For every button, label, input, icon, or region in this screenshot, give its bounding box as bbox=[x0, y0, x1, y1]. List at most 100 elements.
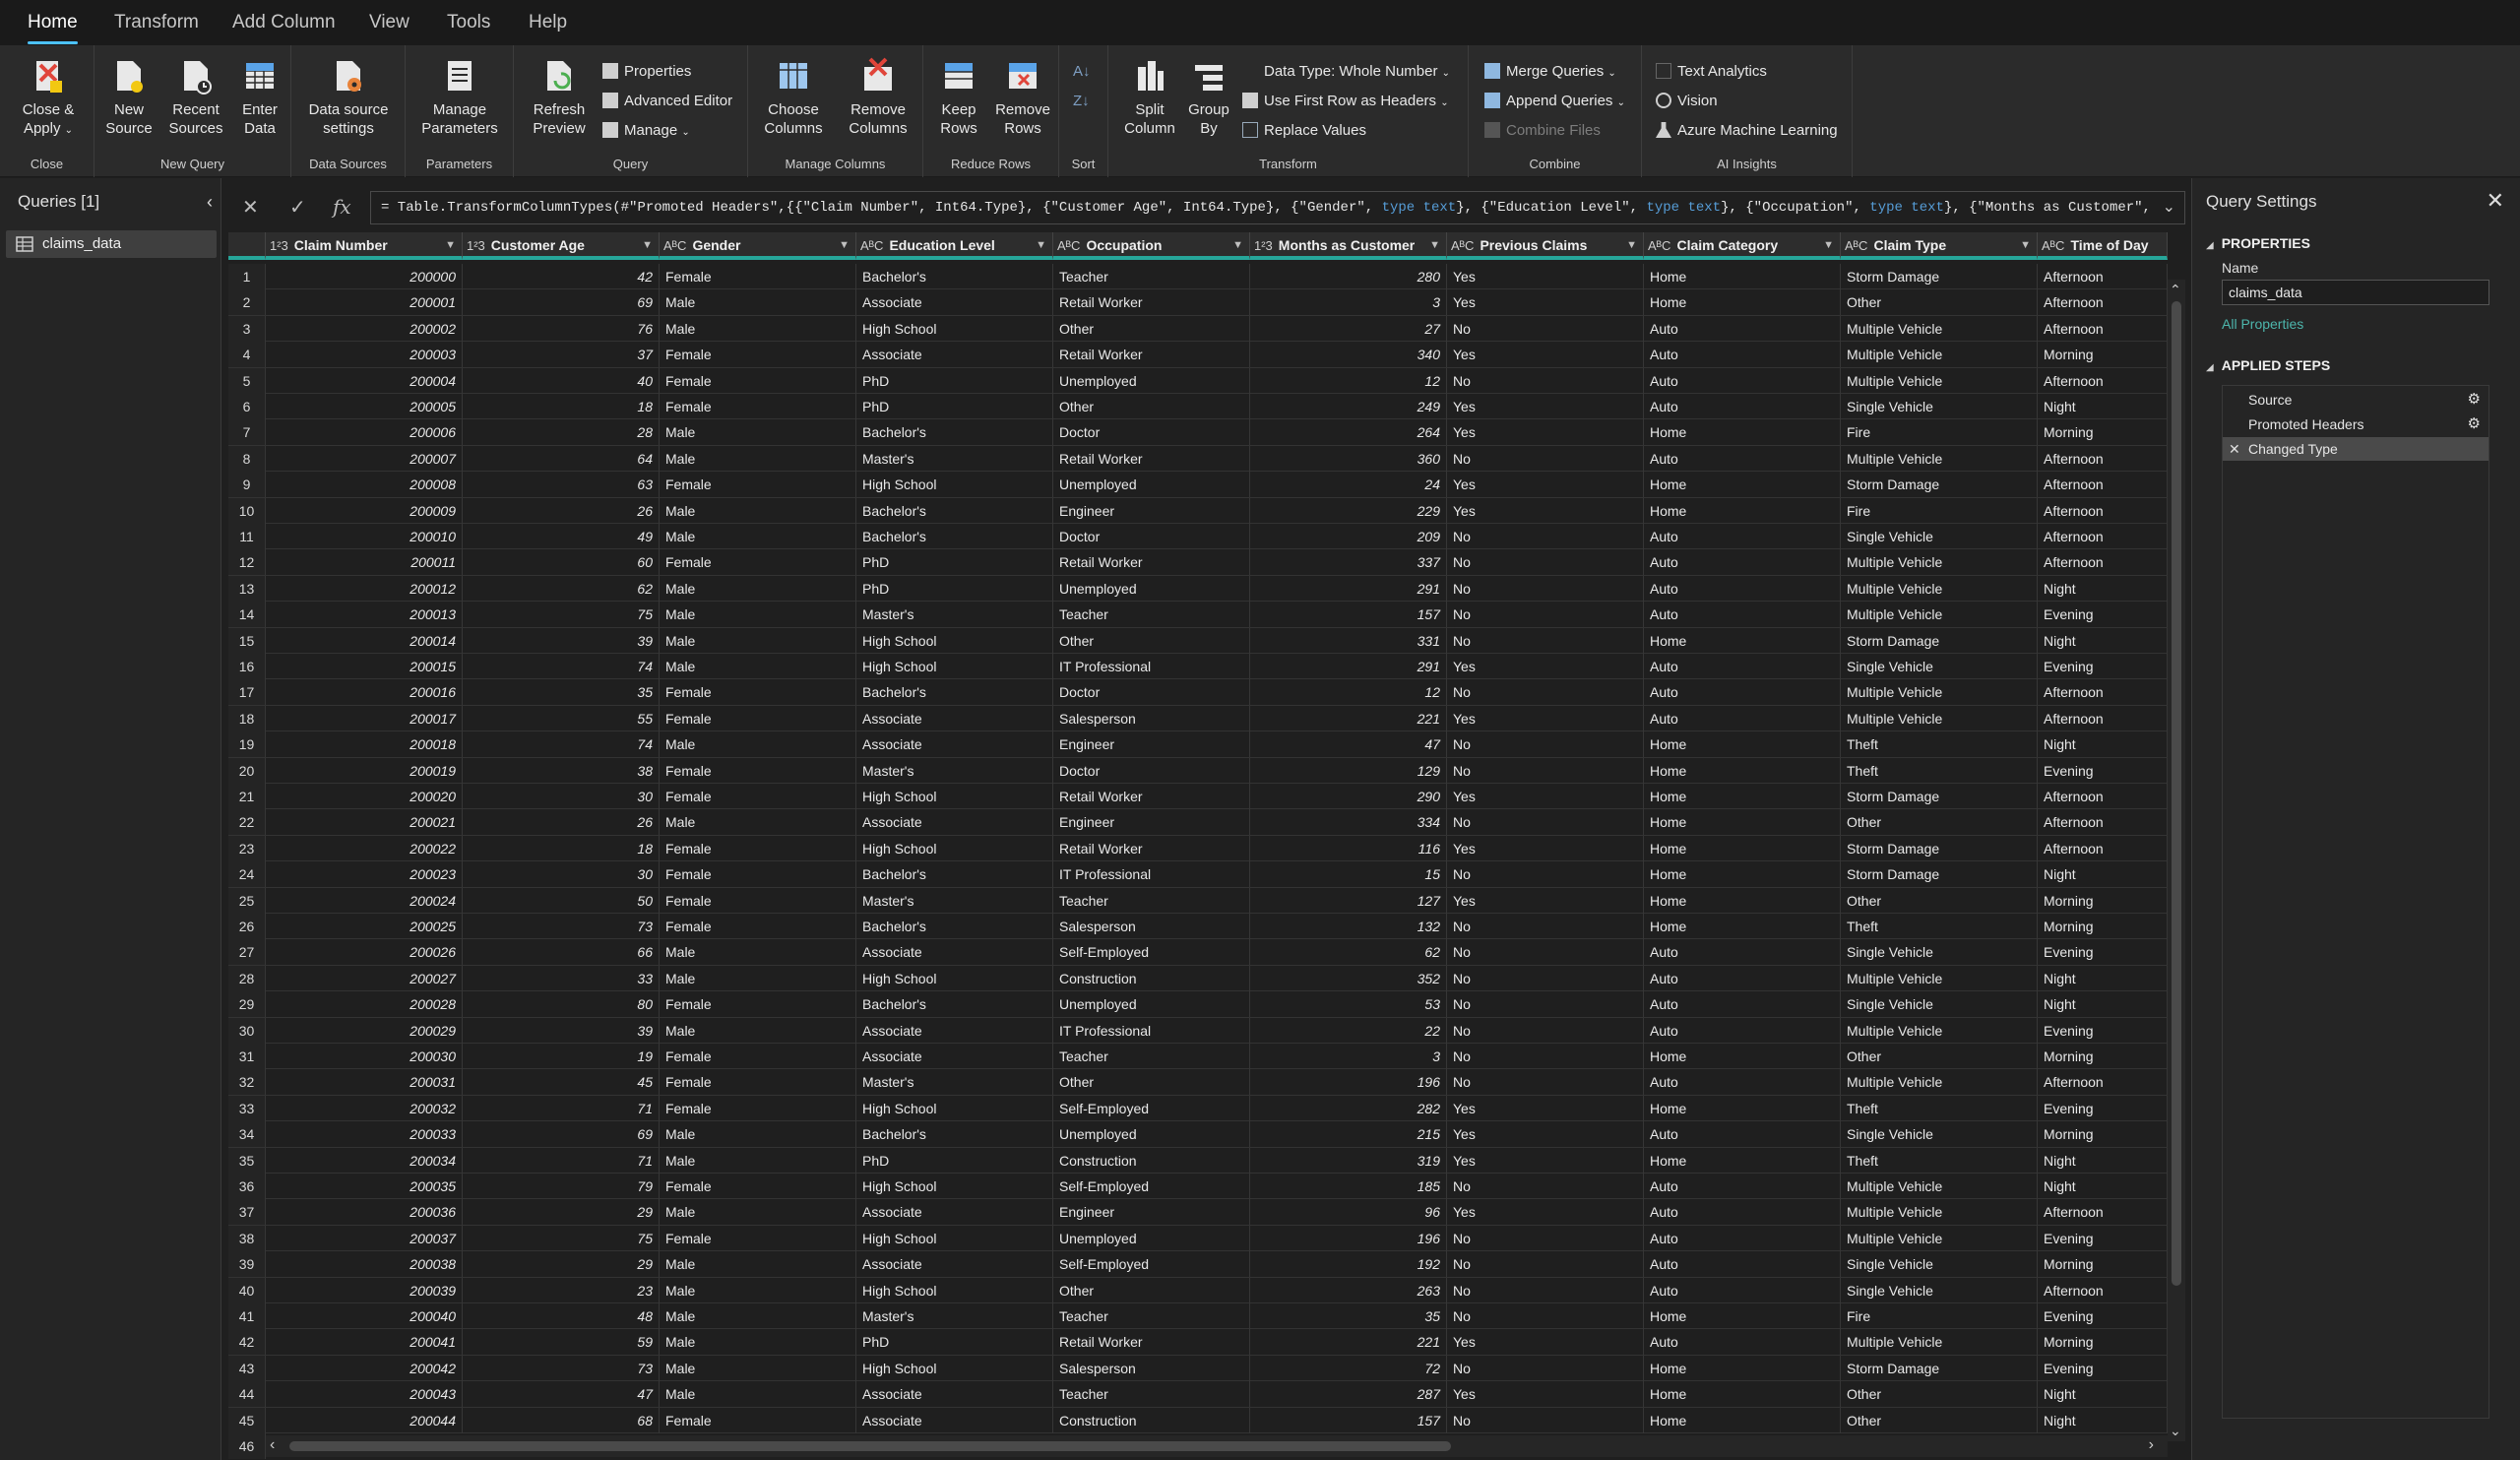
step-changed-type[interactable]: ✕ Changed Type bbox=[2223, 437, 2488, 461]
table-cell[interactable]: Yes bbox=[1447, 1329, 1644, 1356]
table-cell[interactable]: High School bbox=[856, 1225, 1053, 1251]
table-cell[interactable]: Morning bbox=[2038, 419, 2168, 446]
column-header[interactable]: 1²3 Customer Age ▼ bbox=[463, 232, 660, 260]
table-cell[interactable]: Afternoon bbox=[2038, 524, 2168, 549]
table-cell[interactable]: Retail Worker bbox=[1053, 289, 1250, 316]
table-cell[interactable]: 200028 bbox=[266, 991, 463, 1018]
table-cell[interactable]: 15 bbox=[1250, 861, 1447, 888]
horizontal-scrollbar[interactable]: ‹ › bbox=[266, 1435, 2168, 1457]
applied-steps-section-header[interactable]: ◢ APPLIED STEPS bbox=[2206, 357, 2330, 373]
table-row[interactable]: 11 200010 49 Male Bachelor's Doctor 209 No Auto S… bbox=[228, 524, 2168, 550]
table-cell[interactable]: Morning bbox=[2038, 887, 2168, 914]
table-cell[interactable]: No bbox=[1447, 1355, 1644, 1381]
table-cell[interactable]: Yes bbox=[1447, 264, 1644, 289]
table-cell[interactable]: 200025 bbox=[266, 914, 463, 939]
table-cell[interactable]: Female bbox=[660, 342, 856, 368]
column-type-icon[interactable]: AᴮC bbox=[663, 238, 686, 253]
table-cell[interactable]: Night bbox=[2038, 1407, 2168, 1433]
table-cell[interactable]: Night bbox=[2038, 394, 2168, 419]
table-cell[interactable]: Female bbox=[660, 861, 856, 888]
table-cell[interactable]: Theft bbox=[1841, 731, 2038, 758]
azure-ml-button[interactable]: Azure Machine Learning bbox=[1656, 120, 1838, 142]
table-cell[interactable]: 23 bbox=[463, 1277, 660, 1303]
collapse-chevron-icon[interactable]: ‹ bbox=[207, 192, 213, 213]
table-cell[interactable]: Construction bbox=[1053, 965, 1250, 991]
table-cell[interactable]: Auto bbox=[1644, 342, 1841, 368]
table-cell[interactable]: Yes bbox=[1447, 705, 1644, 731]
table-cell[interactable]: Auto bbox=[1644, 1017, 1841, 1044]
table-cell[interactable]: Afternoon bbox=[2038, 549, 2168, 576]
table-cell[interactable]: Afternoon bbox=[2038, 679, 2168, 706]
table-cell[interactable]: 200009 bbox=[266, 497, 463, 524]
table-row[interactable]: 25 200024 50 Female Master's Teacher 127 Yes Hom… bbox=[228, 887, 2168, 914]
table-cell[interactable]: High School bbox=[856, 1174, 1053, 1199]
table-row[interactable]: 39 200038 29 Male Associate Self-Employed 192 N… bbox=[228, 1251, 2168, 1278]
table-cell[interactable]: Night bbox=[2038, 731, 2168, 758]
step-source[interactable]: Source ⚙ bbox=[2223, 388, 2488, 412]
table-cell[interactable]: Home bbox=[1644, 861, 1841, 888]
table-cell[interactable]: Unemployed bbox=[1053, 1225, 1250, 1251]
table-cell[interactable]: Storm Damage bbox=[1841, 835, 2038, 861]
remove-rows-button[interactable]: Remove Rows bbox=[990, 57, 1055, 138]
column-header[interactable]: 1²3 Claim Number ▼ bbox=[266, 232, 463, 260]
table-cell[interactable]: Teacher bbox=[1053, 887, 1250, 914]
tab-help[interactable]: Help bbox=[529, 12, 567, 41]
table-cell[interactable]: No bbox=[1447, 731, 1644, 758]
table-cell[interactable]: Storm Damage bbox=[1841, 264, 2038, 289]
tab-add-column[interactable]: Add Column bbox=[232, 12, 336, 41]
table-cell[interactable]: 55 bbox=[463, 705, 660, 731]
table-cell[interactable]: Auto bbox=[1644, 549, 1841, 576]
table-cell[interactable]: Storm Damage bbox=[1841, 472, 2038, 498]
table-cell[interactable]: Unemployed bbox=[1053, 991, 1250, 1018]
table-cell[interactable]: 69 bbox=[463, 1121, 660, 1148]
table-cell[interactable]: Female bbox=[660, 1174, 856, 1199]
table-cell[interactable]: 221 bbox=[1250, 705, 1447, 731]
column-header[interactable]: AᴮC Previous Claims ▼ bbox=[1447, 232, 1644, 260]
table-cell[interactable]: 79 bbox=[463, 1174, 660, 1199]
table-cell[interactable]: 196 bbox=[1250, 1225, 1447, 1251]
table-cell[interactable]: 200000 bbox=[266, 264, 463, 289]
column-header[interactable]: AᴮC Gender ▼ bbox=[660, 232, 856, 260]
table-cell[interactable]: 76 bbox=[463, 315, 660, 342]
scroll-left-icon[interactable]: ‹ bbox=[270, 1436, 275, 1454]
group-by-button[interactable]: Group By bbox=[1183, 57, 1234, 138]
table-cell[interactable]: Auto bbox=[1644, 1174, 1841, 1199]
table-cell[interactable]: Engineer bbox=[1053, 731, 1250, 758]
table-cell[interactable]: Evening bbox=[2038, 1095, 2168, 1121]
table-cell[interactable]: 12 bbox=[1250, 679, 1447, 706]
text-analytics-button[interactable]: Text Analytics bbox=[1656, 61, 1767, 83]
table-cell[interactable]: 221 bbox=[1250, 1329, 1447, 1356]
table-cell[interactable]: 200021 bbox=[266, 809, 463, 836]
table-cell[interactable]: Multiple Vehicle bbox=[1841, 1069, 2038, 1096]
table-cell[interactable]: No bbox=[1447, 1017, 1644, 1044]
table-cell[interactable]: 200043 bbox=[266, 1381, 463, 1408]
table-row[interactable]: 12 200011 60 Female PhD Retail Worker 337 No Aut… bbox=[228, 549, 2168, 576]
table-cell[interactable]: Afternoon bbox=[2038, 289, 2168, 316]
table-cell[interactable]: Male bbox=[660, 627, 856, 654]
table-cell[interactable]: 19 bbox=[463, 1044, 660, 1069]
table-cell[interactable]: Auto bbox=[1644, 939, 1841, 966]
table-cell[interactable]: 200012 bbox=[266, 575, 463, 602]
table-cell[interactable]: Other bbox=[1053, 1069, 1250, 1096]
table-cell[interactable]: Male bbox=[660, 497, 856, 524]
table-cell[interactable]: 290 bbox=[1250, 784, 1447, 809]
table-cell[interactable]: Yes bbox=[1447, 419, 1644, 446]
table-cell[interactable]: Night bbox=[2038, 965, 2168, 991]
select-all-table-icon[interactable] bbox=[228, 232, 266, 260]
column-filter-dropdown-icon[interactable]: ▼ bbox=[1036, 232, 1046, 256]
table-cell[interactable]: Unemployed bbox=[1053, 1121, 1250, 1148]
table-row[interactable]: 17 200016 35 Female Bachelor's Doctor 12 No Auto… bbox=[228, 679, 2168, 706]
close-icon[interactable]: ✕ bbox=[2487, 188, 2504, 214]
table-cell[interactable]: 200041 bbox=[266, 1329, 463, 1356]
table-cell[interactable]: 71 bbox=[463, 1147, 660, 1174]
table-cell[interactable]: Home bbox=[1644, 1095, 1841, 1121]
table-cell[interactable]: Night bbox=[2038, 1147, 2168, 1174]
table-cell[interactable]: Yes bbox=[1447, 342, 1644, 368]
close-apply-button[interactable]: Close & Apply ⌄ bbox=[14, 57, 83, 140]
vertical-scrollbar[interactable]: ⌃ ⌄ bbox=[2168, 280, 2185, 1441]
all-properties-link[interactable]: All Properties bbox=[2222, 316, 2303, 332]
table-cell[interactable]: 200020 bbox=[266, 784, 463, 809]
table-cell[interactable]: 200010 bbox=[266, 524, 463, 549]
advanced-editor-button[interactable]: Advanced Editor bbox=[602, 91, 732, 112]
table-cell[interactable]: 24 bbox=[1250, 472, 1447, 498]
